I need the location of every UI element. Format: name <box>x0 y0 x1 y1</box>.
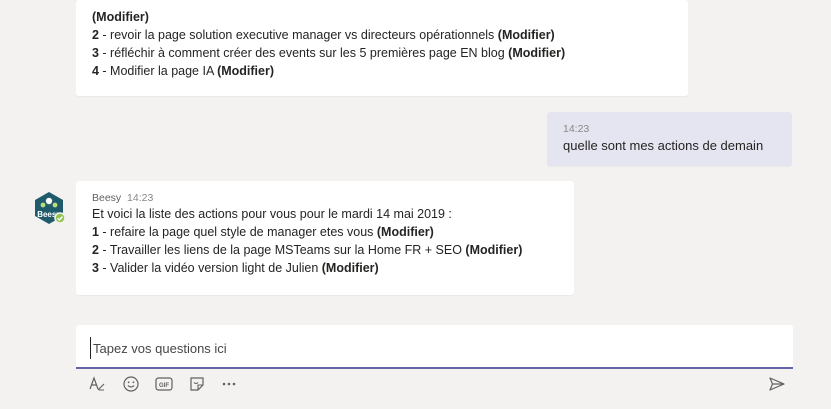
action-number: 2 <box>92 28 99 42</box>
action-text: - Travailler les liens de la page MSTeam… <box>98 243 466 257</box>
action-text: - Modifier la page IA <box>98 64 218 78</box>
action-item: 3 - réfléchir à comment créer des events… <box>92 44 688 62</box>
action-item: 3 - Valider la vidéo version light de Ju… <box>92 259 574 277</box>
action-text: - refaire la page quel style de manager … <box>98 225 377 239</box>
message-card-bot: Beesy 14:23 Et voici la liste des action… <box>76 181 574 295</box>
status-available-icon <box>54 212 66 224</box>
action-text: - Valider la vidéo version light de Juli… <box>98 261 322 275</box>
message-input[interactable] <box>90 337 775 359</box>
modify-link[interactable]: (Modifier) <box>465 243 522 257</box>
modify-link[interactable]: (Modifier) <box>217 64 274 78</box>
more-options-icon[interactable] <box>219 374 239 394</box>
modify-link[interactable]: (Modifier) <box>377 225 434 239</box>
action-item: 1 - refaire la page quel style de manage… <box>92 223 574 241</box>
message-intro: Et voici la liste des actions pour vous … <box>92 207 452 221</box>
action-number: 4 <box>92 64 99 78</box>
action-number: 3 <box>92 261 99 275</box>
message-header: Beesy 14:23 <box>92 191 574 205</box>
action-number: 2 <box>92 243 99 257</box>
modify-link[interactable]: (Modifier) <box>498 28 555 42</box>
action-text: - revoir la page solution executive mana… <box>98 28 498 42</box>
send-icon[interactable] <box>767 374 787 394</box>
modify-link[interactable]: (Modifier) <box>322 261 379 275</box>
svg-text:GIF: GIF <box>159 383 169 389</box>
modify-link[interactable]: (Modifier) <box>508 46 565 60</box>
format-icon[interactable] <box>87 374 107 394</box>
bot-avatar[interactable]: Beesy <box>32 191 66 225</box>
emoji-icon[interactable] <box>121 374 141 394</box>
message-text: quelle sont mes actions de demain <box>563 138 764 153</box>
action-number: 1 <box>92 225 99 239</box>
action-number: 3 <box>92 46 99 60</box>
message-timestamp: 14:23 <box>127 192 154 204</box>
gif-icon[interactable]: GIF <box>154 374 174 394</box>
action-item: 2 - revoir la page solution executive ma… <box>92 26 688 44</box>
beesy-logo-icon: Beesy <box>35 192 66 224</box>
sticker-icon[interactable] <box>187 374 207 394</box>
message-timestamp: 14:23 <box>563 123 590 135</box>
action-text: - réfléchir à comment créer des events s… <box>98 46 509 60</box>
modify-link[interactable]: (Modifier) <box>92 10 149 24</box>
message-card-previous: (Modifier) 2 - revoir la page solution e… <box>76 0 688 96</box>
action-item: 4 - Modifier la page IA (Modifier) <box>92 62 688 80</box>
sender-name: Beesy <box>92 192 122 204</box>
message-line: (Modifier) <box>92 8 688 26</box>
compose-box[interactable] <box>76 325 793 369</box>
message-card-user: 14:23 quelle sont mes actions de demain <box>547 112 792 166</box>
action-item: 2 - Travailler les liens de la page MSTe… <box>92 241 574 259</box>
